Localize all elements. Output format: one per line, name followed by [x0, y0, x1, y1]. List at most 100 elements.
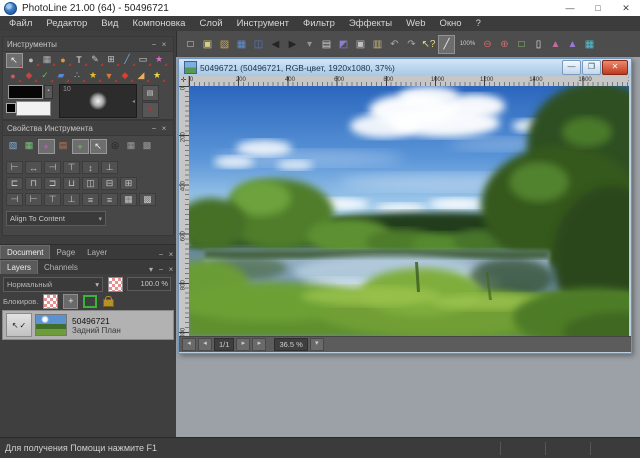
- zoom-dropdown-button[interactable]: ▾: [310, 338, 324, 351]
- menu-item[interactable]: Фильтр: [296, 16, 342, 31]
- zoom-level-field[interactable]: 36.5 %: [274, 338, 307, 351]
- save-icon[interactable]: ◫: [251, 36, 266, 53]
- next-page-button[interactable]: ▸: [236, 338, 250, 351]
- gamut-warning-icon[interactable]: ▲: [548, 36, 563, 53]
- tools-panel-minimize-button[interactable]: −: [149, 40, 159, 49]
- eraser-tool-icon[interactable]: ◢: [134, 69, 149, 82]
- default-colors-swatch[interactable]: [6, 103, 16, 113]
- magic-wand-tool-icon[interactable]: ★: [152, 53, 167, 66]
- effect-tool-icon[interactable]: ★: [150, 69, 165, 82]
- lock-frame-icon[interactable]: [83, 295, 97, 308]
- document-close-button[interactable]: ✕: [602, 60, 628, 75]
- document-tabs-close-button[interactable]: ×: [166, 250, 176, 259]
- space-left-icon[interactable]: ⊣: [6, 193, 23, 206]
- distribute-center-h-icon[interactable]: ⊓: [25, 177, 42, 190]
- align-to-dropdown[interactable]: Align To Content ▾: [6, 211, 106, 226]
- spray-tool-icon[interactable]: ∴: [70, 69, 85, 82]
- ellipse-tool-icon[interactable]: ●: [24, 53, 39, 66]
- paste-icon[interactable]: ▥: [370, 36, 385, 53]
- line-tool-icon[interactable]: ╱: [438, 35, 455, 54]
- tools-panel-close-button[interactable]: ×: [159, 40, 169, 49]
- distribute-right-icon[interactable]: ⊐: [44, 177, 61, 190]
- align-center-h-icon[interactable]: ↔: [25, 161, 42, 174]
- text-tool-icon[interactable]: T: [72, 53, 87, 66]
- background-color-swatch[interactable]: [16, 101, 51, 116]
- space-even-icon[interactable]: ≡: [101, 193, 118, 206]
- brush-slider-handle[interactable]: ◂: [132, 98, 135, 105]
- tool-properties-minimize-button[interactable]: −: [149, 124, 159, 133]
- distribute-bottom-icon[interactable]: ⊟: [101, 177, 118, 190]
- guides-icon[interactable]: ▤: [56, 139, 71, 152]
- transform-icon[interactable]: ▧: [6, 139, 21, 152]
- image-canvas[interactable]: [189, 86, 629, 336]
- layout-tool-icon[interactable]: ▦: [40, 53, 55, 66]
- distribute-top-icon[interactable]: ⊔: [63, 177, 80, 190]
- marker-tool-icon[interactable]: ◆: [118, 69, 133, 82]
- layers-minimize-button[interactable]: −: [156, 265, 166, 274]
- equal-width-icon[interactable]: ▦: [120, 193, 137, 206]
- undo-icon[interactable]: ↶: [387, 36, 402, 53]
- document-minimize-button[interactable]: —: [562, 60, 581, 75]
- ruler-origin-icon[interactable]: ✛: [179, 76, 189, 86]
- full-size-icon[interactable]: ▯: [531, 36, 546, 53]
- menu-item[interactable]: ?: [469, 16, 488, 31]
- pointer-mode-icon[interactable]: ↖: [90, 139, 107, 154]
- document-restore-button[interactable]: ❐: [582, 60, 601, 75]
- menu-item[interactable]: Эффекты: [342, 16, 399, 31]
- context-help-icon[interactable]: ↖?: [421, 36, 436, 53]
- pen-tool-icon[interactable]: ✎: [88, 53, 103, 66]
- maximize-button[interactable]: □: [584, 1, 612, 16]
- stamp-tool-icon[interactable]: ◆: [22, 69, 37, 82]
- space-bottom-icon[interactable]: ⊥: [63, 193, 80, 206]
- new-document-icon[interactable]: □: [183, 36, 198, 53]
- zoom-in-icon[interactable]: ⊕: [497, 36, 512, 53]
- raster-icon[interactable]: ▦: [124, 139, 139, 152]
- rotation-center-icon[interactable]: ◎: [108, 139, 123, 152]
- fit-page-icon[interactable]: □: [514, 36, 529, 53]
- new-template-icon[interactable]: ▣: [200, 36, 215, 53]
- tab[interactable]: Channels: [38, 261, 84, 274]
- zoom-100-button[interactable]: 100%: [457, 36, 478, 53]
- gradient-tool-icon[interactable]: ▰: [54, 69, 69, 82]
- back-icon[interactable]: ◀: [268, 36, 283, 53]
- tab[interactable]: Layers: [0, 260, 38, 274]
- lock-transparency-icon[interactable]: [43, 294, 58, 309]
- crop-tool-icon[interactable]: ⊞: [104, 53, 119, 66]
- lock-layer-icon[interactable]: [102, 295, 115, 308]
- document-window[interactable]: 50496721 (50496721, RGB-цвет, 1920x1080,…: [178, 58, 632, 354]
- print-icon[interactable]: ▤: [319, 36, 334, 53]
- space-top-icon[interactable]: ⊤: [44, 193, 61, 206]
- blend-mode-select[interactable]: Нормальный ▾: [3, 277, 103, 292]
- first-page-button[interactable]: ◂: [182, 338, 196, 351]
- redo-icon[interactable]: ↷: [404, 36, 419, 53]
- magnet-icon[interactable]: +: [38, 139, 55, 154]
- menu-item[interactable]: Слой: [192, 16, 229, 31]
- layer-visibility-cell[interactable]: ↖ ✓: [6, 313, 32, 337]
- forward-icon[interactable]: ▶: [285, 36, 300, 53]
- previous-page-button[interactable]: ◂: [198, 338, 212, 351]
- distribute-left-icon[interactable]: ⊏: [6, 177, 23, 190]
- menu-item[interactable]: Вид: [94, 16, 125, 31]
- shape-tool-icon[interactable]: ●: [56, 53, 71, 66]
- tool-properties-close-button[interactable]: ×: [159, 124, 169, 133]
- layers-menu-button[interactable]: ▾: [146, 265, 156, 274]
- align-left-icon[interactable]: ⊢: [6, 161, 23, 174]
- hook-tool-icon[interactable]: ✓: [38, 69, 53, 82]
- import-icon[interactable]: ◩: [336, 36, 351, 53]
- object-snap-icon[interactable]: +: [72, 139, 89, 154]
- brush-tool-icon[interactable]: ▼: [102, 69, 117, 82]
- align-right-icon[interactable]: ⊣: [44, 161, 61, 174]
- star-tool-icon[interactable]: ★: [86, 69, 101, 82]
- distribute-space-icon[interactable]: ⊞: [120, 177, 137, 190]
- browse-icon[interactable]: ▦: [234, 36, 249, 53]
- minimize-button[interactable]: —: [556, 1, 584, 16]
- tab[interactable]: Page: [50, 246, 81, 259]
- space-center-icon[interactable]: ⊢: [25, 193, 42, 206]
- grid-snap-icon[interactable]: ▦: [22, 139, 37, 152]
- select-tool-icon[interactable]: ↖: [6, 53, 23, 68]
- menu-item[interactable]: Web: [399, 16, 432, 31]
- panel-toggle-icon[interactable]: ▦: [582, 36, 597, 53]
- swatch-options-button[interactable]: ▪: [44, 85, 53, 99]
- equal-height-icon[interactable]: ▩: [139, 193, 156, 206]
- eyedropper-tool-icon[interactable]: ╱: [120, 53, 135, 66]
